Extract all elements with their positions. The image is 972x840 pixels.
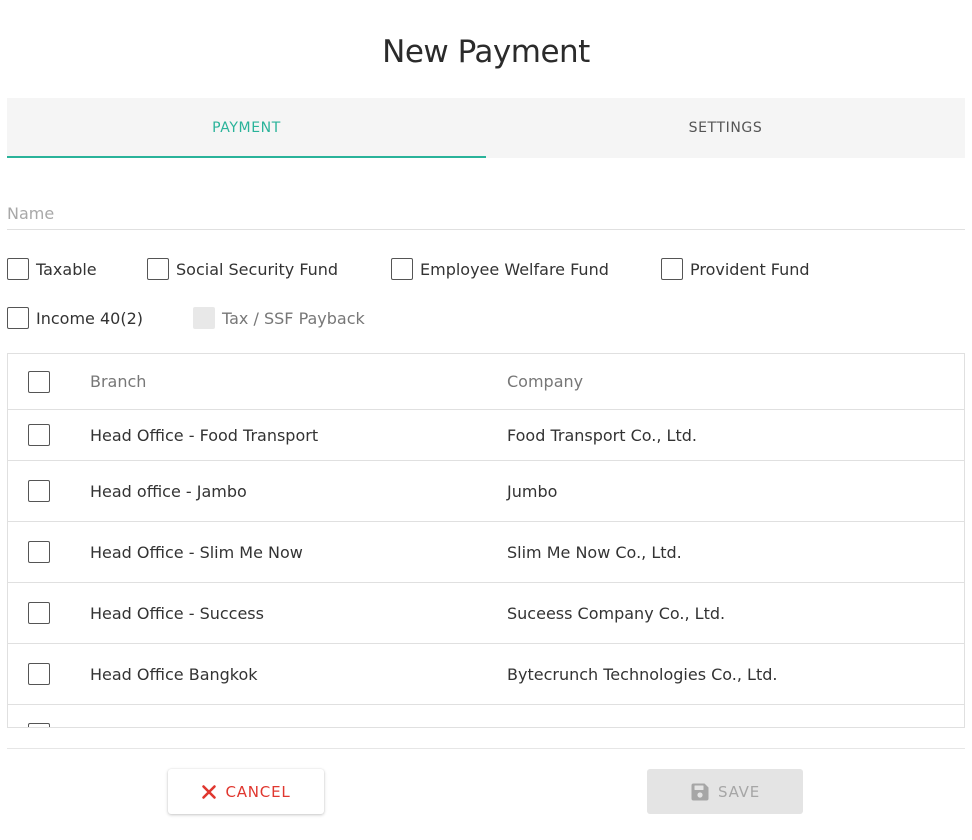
option-provident-fund[interactable]: Provident Fund — [661, 257, 810, 281]
table-row[interactable]: Head Office Bangkok Bytecrunch Technolog… — [8, 644, 964, 705]
company-cell: Bytecrunch Technologies Co., Ltd. — [507, 664, 778, 684]
page-title: New Payment — [382, 34, 590, 70]
branch-column-header: Branch — [90, 372, 147, 391]
tab-settings[interactable]: SETTINGS — [486, 98, 965, 158]
row-checkbox[interactable] — [28, 602, 50, 624]
social-security-fund-checkbox[interactable] — [147, 258, 169, 280]
table-row[interactable]: Head Office - Food Transport Food Transp… — [8, 410, 964, 461]
provident-fund-checkbox[interactable] — [661, 258, 683, 280]
save-label: SAVE — [717, 782, 761, 801]
taxable-label: Taxable — [36, 259, 97, 279]
cancel-label: CANCEL — [225, 782, 291, 801]
row-checkbox[interactable] — [28, 480, 50, 502]
branch-cell: Head Office - Food Transport — [90, 425, 319, 445]
company-cell: Jumbo — [507, 481, 558, 501]
option-social-security-fund[interactable]: Social Security Fund — [147, 257, 338, 281]
name-input[interactable] — [7, 198, 965, 229]
close-icon — [201, 784, 217, 800]
income-40-2-label: Income 40(2) — [36, 308, 143, 328]
tab-payment[interactable]: PAYMENT — [7, 98, 486, 158]
option-income-40-2[interactable]: Income 40(2) — [7, 306, 143, 330]
branch-cell: Head Office - Slim Me Now — [90, 542, 303, 562]
tax-ssf-payback-label: Tax / SSF Payback — [222, 308, 365, 328]
social-security-fund-label: Social Security Fund — [176, 259, 339, 279]
row-checkbox[interactable] — [28, 541, 50, 563]
tax-ssf-payback-checkbox — [193, 307, 215, 329]
row-checkbox[interactable] — [28, 723, 50, 727]
option-employee-welfare-fund[interactable]: Employee Welfare Fund — [391, 257, 609, 281]
table-row[interactable]: Head Office - Slim Me Now Slim Me Now Co… — [8, 522, 964, 583]
company-cell: Suceess Company Co., Ltd. — [507, 603, 726, 623]
company-column-header: Company — [507, 372, 584, 391]
taxable-checkbox[interactable] — [7, 258, 29, 280]
table-row[interactable]: Head Office - Success Suceess Company Co… — [8, 583, 964, 644]
employee-welfare-fund-label: Employee Welfare Fund — [420, 259, 609, 279]
branch-cell: Head Office - Success — [90, 603, 264, 623]
name-field-container — [7, 198, 965, 230]
floppy-disk-icon — [690, 782, 710, 802]
table-header: Branch Company — [8, 354, 964, 410]
company-cell: Slim Me Now Co., Ltd. — [507, 542, 682, 562]
tab-bar: PAYMENT SETTINGS — [7, 98, 965, 158]
row-checkbox[interactable] — [28, 663, 50, 685]
option-taxable[interactable]: Taxable — [7, 257, 97, 281]
option-tax-ssf-payback: Tax / SSF Payback — [193, 306, 365, 330]
income-40-2-checkbox[interactable] — [7, 307, 29, 329]
branch-cell: Head Office Bangkok — [90, 664, 258, 684]
cancel-button[interactable]: CANCEL — [168, 769, 324, 814]
company-cell: Food Transport Co., Ltd. — [507, 425, 697, 445]
provident-fund-label: Provident Fund — [690, 259, 810, 279]
select-all-checkbox[interactable] — [28, 370, 50, 393]
save-button[interactable]: SAVE — [647, 769, 803, 814]
branch-table: Branch Company Head Office - Food Transp… — [7, 353, 965, 728]
row-checkbox[interactable] — [28, 424, 50, 446]
table-row-partial — [8, 705, 964, 727]
table-row[interactable]: Head office - Jambo Jumbo — [8, 461, 964, 522]
footer-divider — [7, 748, 965, 749]
branch-cell: Head office - Jambo — [90, 481, 247, 501]
employee-welfare-fund-checkbox[interactable] — [391, 258, 413, 280]
